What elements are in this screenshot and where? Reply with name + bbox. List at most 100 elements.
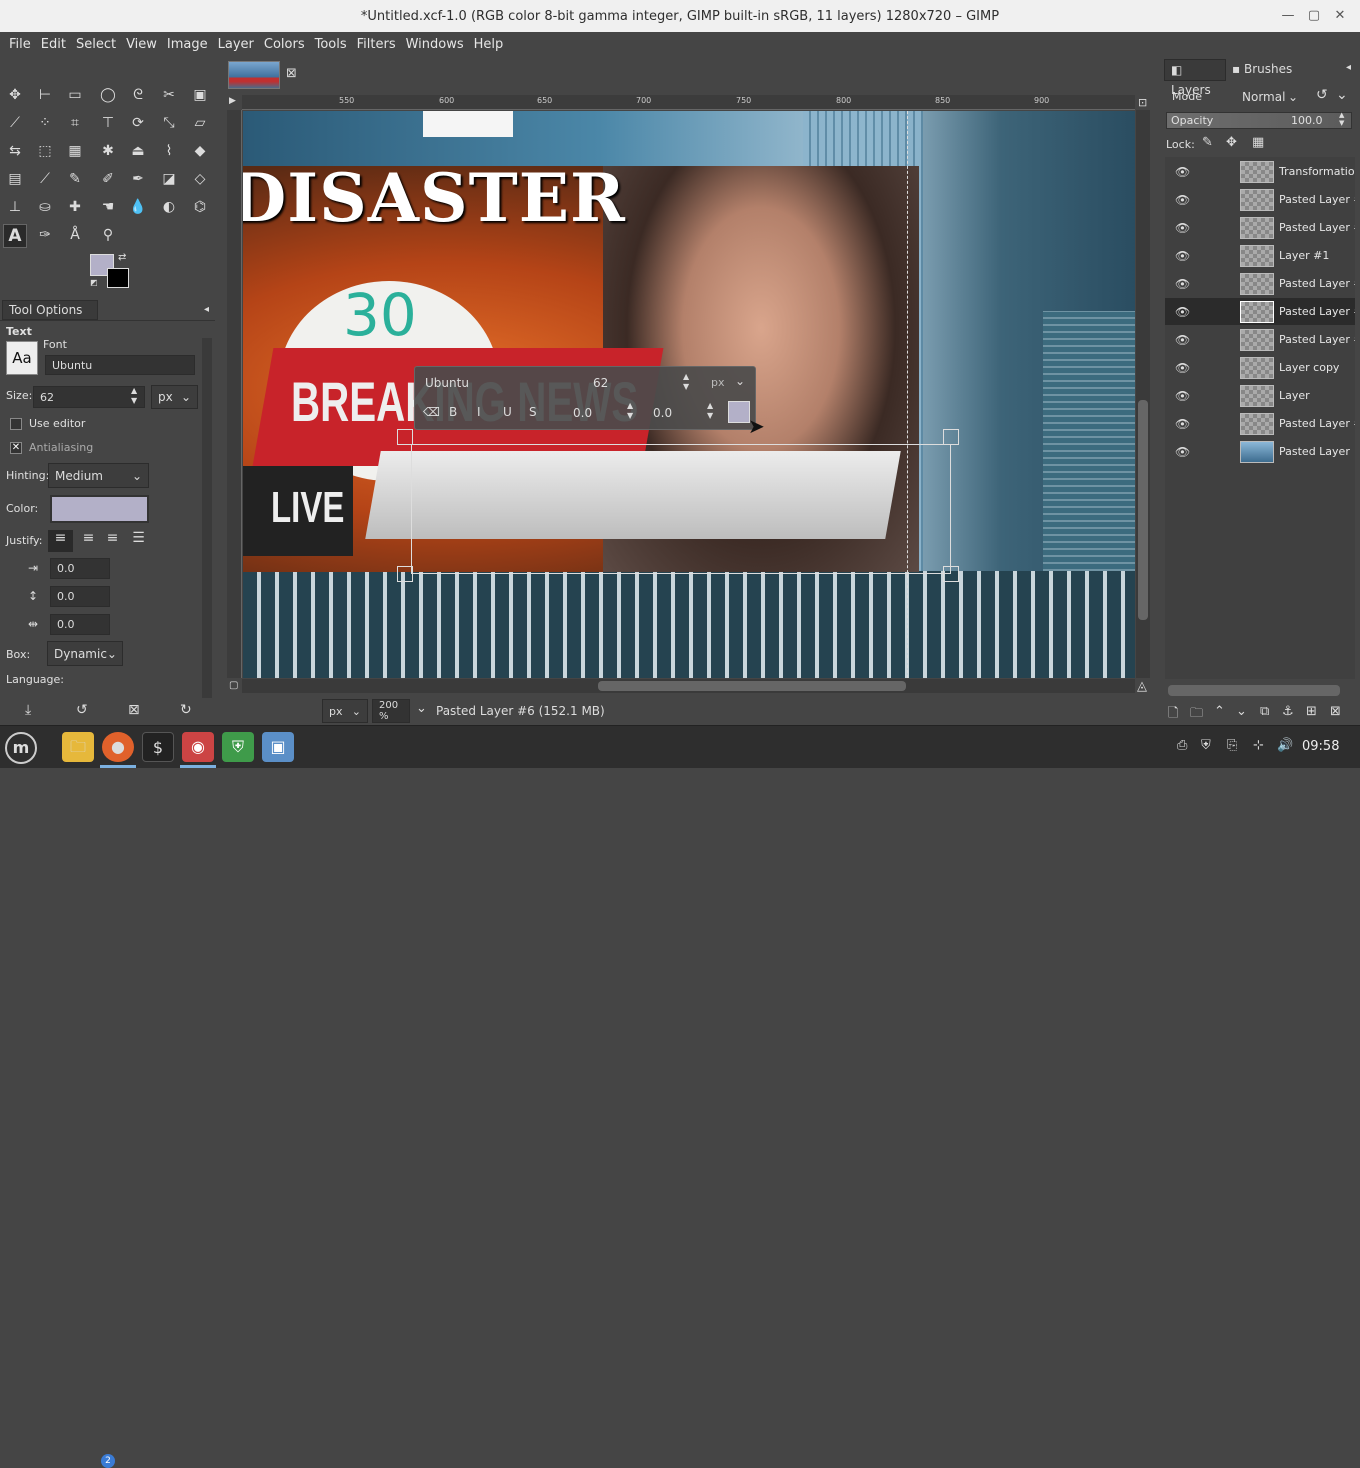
close-button[interactable]: ✕ — [1332, 8, 1348, 24]
chevron-down-icon[interactable]: ⌄ — [416, 701, 427, 716]
zoom-field[interactable]: 200 % — [372, 699, 410, 723]
eye-icon[interactable]: 👁 — [1175, 221, 1190, 235]
opacity-spin-icon[interactable]: ▲ ▼ — [1339, 111, 1344, 127]
text-color-button[interactable] — [50, 495, 149, 523]
use-editor-checkbox[interactable] — [10, 418, 22, 430]
layer-row[interactable]: 👁 Pasted Layer # — [1165, 186, 1355, 213]
eye-icon[interactable]: 👁 — [1175, 389, 1190, 403]
lower-layer-icon[interactable]: ⌄ — [1236, 704, 1247, 719]
eye-icon[interactable]: 👁 — [1175, 249, 1190, 263]
quick-mask-menu-icon[interactable]: ▶ — [229, 96, 236, 106]
smudge-icon[interactable]: ☚ — [98, 197, 118, 217]
hinting-select[interactable]: Medium ⌄ — [48, 463, 149, 488]
chevron-down-icon[interactable]: ⌄ — [1336, 87, 1348, 103]
brushes-tab[interactable]: ▪ Brushes — [1228, 59, 1296, 81]
menu-select[interactable]: Select — [71, 37, 121, 52]
mint-menu-icon[interactable]: m — [5, 732, 37, 764]
layer-row[interactable]: 👁 Pasted Layer — [1165, 438, 1355, 465]
shield-icon[interactable]: ⛨ — [222, 732, 254, 762]
eraser-icon[interactable]: ◇ — [190, 169, 210, 189]
clipboard-icon[interactable]: ⎙ — [1177, 738, 1187, 753]
crop-tool-icon[interactable]: ⌗ — [65, 113, 85, 133]
menu-view[interactable]: View — [121, 37, 162, 52]
zoom-tool-icon[interactable]: ⚲ — [98, 225, 118, 245]
menu-file[interactable]: File — [4, 37, 36, 52]
network-icon[interactable]: ⊹ — [1253, 738, 1264, 753]
default-colors-icon[interactable]: ◩ — [90, 278, 98, 287]
layer-row[interactable]: 👁 Layer #1 — [1165, 242, 1355, 269]
menu-tools[interactable]: Tools — [310, 37, 352, 52]
align-tool-icon[interactable]: ⊢ — [35, 85, 55, 105]
zoom-to-window-icon[interactable]: ⊡ — [1138, 96, 1147, 109]
clone-tool-icon[interactable]: ⊥ — [5, 197, 25, 217]
airbrush-icon[interactable]: ✐ — [98, 169, 118, 189]
terminal-icon[interactable]: $ — [142, 732, 174, 762]
volume-icon[interactable]: 🔊 — [1277, 738, 1293, 753]
layers-hscrollbar[interactable] — [1168, 685, 1340, 696]
scale-tool-icon[interactable]: ⤡ — [159, 113, 179, 133]
maximize-button[interactable]: ▢ — [1306, 8, 1322, 24]
menu-windows[interactable]: Windows — [401, 37, 469, 52]
justify-fill-icon[interactable]: ☰ — [126, 530, 151, 546]
files-icon[interactable]: 🗀 — [62, 732, 94, 762]
minimize-button[interactable]: — — [1280, 8, 1296, 24]
perspective-tool-icon[interactable]: ⬚ — [35, 141, 55, 161]
layer-row[interactable]: 👁 Pasted Layer # — [1165, 214, 1355, 241]
ocf-size[interactable]: 62 — [593, 376, 608, 390]
clock-time[interactable]: 09:58 — [1302, 739, 1339, 754]
rotate-tool-icon[interactable]: ⟳ — [128, 113, 148, 133]
ocf-unit[interactable]: px — [711, 376, 725, 389]
foreground-select-icon[interactable]: ▣ — [190, 85, 210, 105]
underline-icon[interactable]: U — [503, 405, 512, 419]
heal-tool-icon[interactable]: ✚ — [65, 197, 85, 217]
layer-row[interactable]: 👁 Layer — [1165, 382, 1355, 409]
bucket-fill-icon[interactable]: ◆ — [190, 141, 210, 161]
close-image-tab-icon[interactable]: ⊠ — [286, 66, 297, 81]
strikethrough-icon[interactable]: S — [529, 405, 537, 419]
navigate-icon[interactable]: ▢ — [229, 680, 238, 691]
delete-layer-icon[interactable]: ⊠ — [1330, 704, 1341, 719]
kerning-spin-icon[interactable]: ▲ ▼ — [707, 401, 713, 421]
text-box-frame[interactable] — [411, 444, 951, 574]
menu-layer[interactable]: Layer — [213, 37, 259, 52]
ink-icon[interactable]: ✒ — [128, 169, 148, 189]
color-select-icon[interactable]: ⁘ — [35, 113, 55, 133]
chevron-down-icon[interactable]: ⌄ — [735, 374, 745, 388]
baseline-field[interactable]: 0.0 — [573, 406, 592, 420]
line-spacing-field[interactable]: 0.0 — [50, 586, 110, 607]
rect-select-icon[interactable]: ▭ — [65, 85, 85, 105]
gradient-icon[interactable]: ▤ — [5, 169, 25, 189]
horizontal-scrollbar[interactable] — [242, 679, 1135, 693]
baseline-spin-icon[interactable]: ▲ ▼ — [627, 401, 633, 421]
reset-mode-icon[interactable]: ↺ — [1316, 87, 1328, 103]
warp-tool-icon[interactable]: ✱ — [98, 141, 118, 161]
image-navigation-icon[interactable]: ◬ — [1137, 679, 1147, 694]
font-field[interactable]: Ubuntu — [45, 355, 195, 375]
lock-pixels-icon[interactable]: ✎ — [1202, 135, 1213, 150]
vertical-scrollbar-thumb[interactable] — [1138, 400, 1148, 620]
color-picker-icon[interactable]: ✑ — [35, 225, 55, 245]
font-preview-button[interactable]: Aa — [6, 341, 38, 375]
menu-edit[interactable]: Edit — [36, 37, 71, 52]
text-tool-icon[interactable]: A — [3, 224, 27, 248]
size-spin-icon[interactable]: ▲ ▼ — [683, 372, 689, 392]
letter-spacing-field[interactable]: 0.0 — [50, 614, 110, 635]
cage-tool-icon[interactable]: ▦ — [65, 141, 85, 161]
ellipse-select-icon[interactable]: ◯ — [98, 85, 118, 105]
shield-tray-icon[interactable]: ⛨ — [1201, 738, 1211, 753]
eye-icon[interactable]: 👁 — [1175, 165, 1190, 179]
paths-tool-icon[interactable]: ⌇ — [159, 141, 179, 161]
mask-layer-icon[interactable]: ⊞ — [1306, 704, 1317, 719]
resize-handle[interactable] — [943, 566, 959, 582]
resize-handle[interactable] — [397, 429, 413, 445]
flip-tool-icon[interactable]: ⇆ — [5, 141, 25, 161]
dodge-burn-icon[interactable]: ◐ — [159, 197, 179, 217]
free-select-icon[interactable]: ᘓ — [128, 85, 148, 105]
screenshot-icon[interactable]: ▣ — [262, 732, 294, 762]
layers-tab[interactable]: ◧ Layers — [1164, 59, 1226, 97]
tab-menu-icon[interactable]: ◂ — [204, 304, 209, 315]
measure-tool-icon[interactable]: Å — [65, 225, 85, 245]
unified-transform-icon[interactable]: ⊤ — [98, 113, 118, 133]
shear-tool-icon[interactable]: ⏥ — [190, 113, 210, 133]
paintbrush-icon[interactable]: ⟋ — [35, 169, 55, 189]
